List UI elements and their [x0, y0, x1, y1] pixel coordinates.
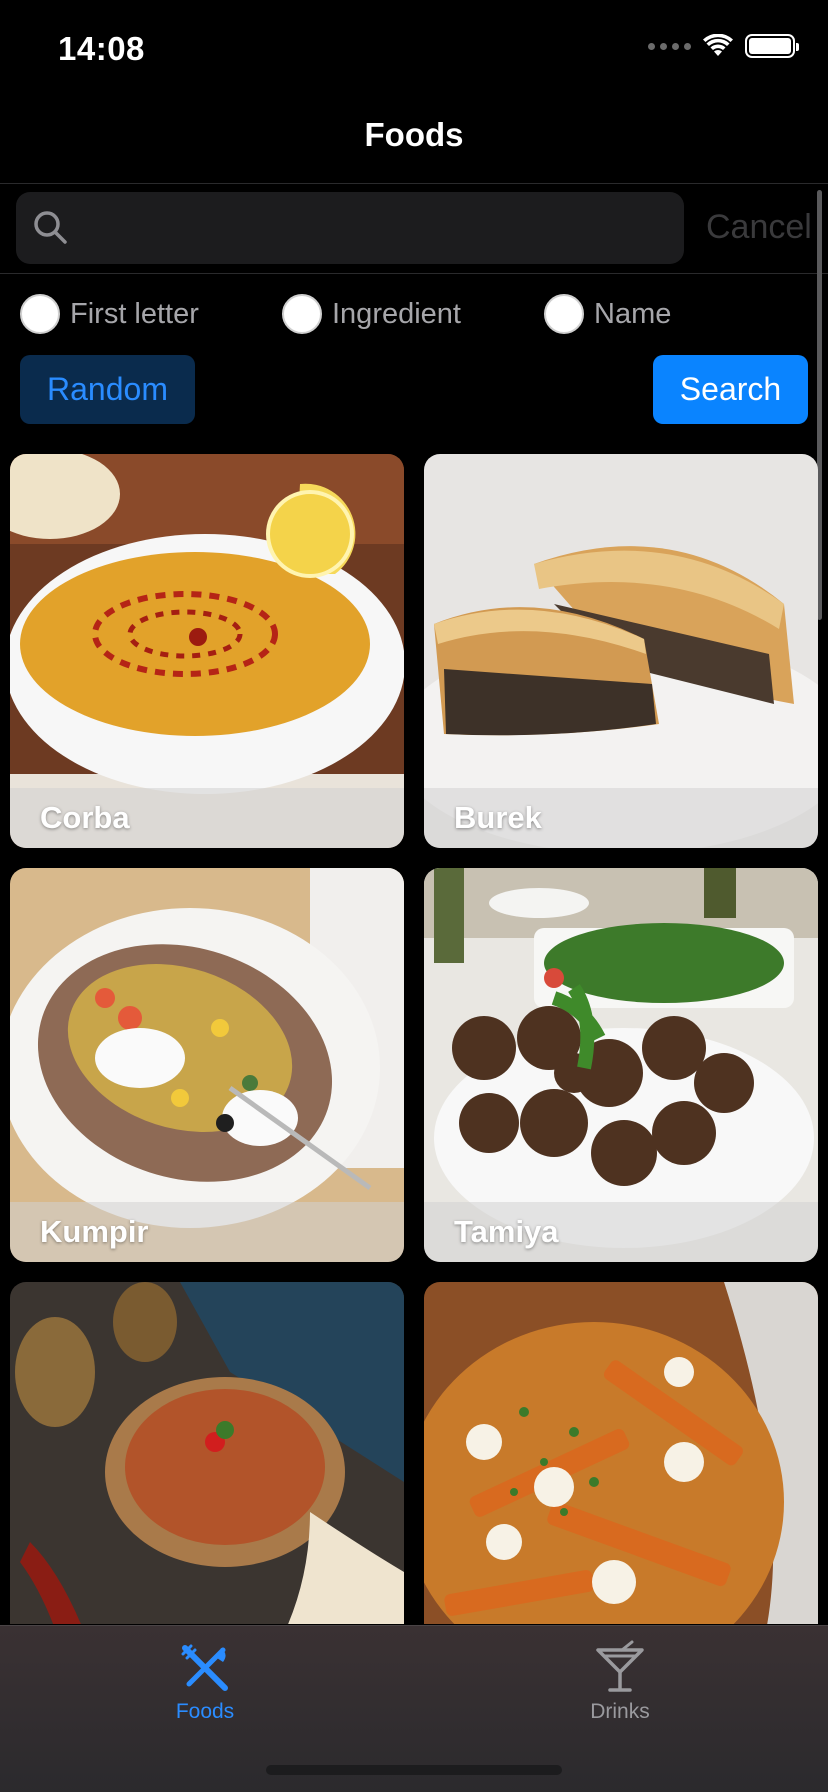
radio-button[interactable]	[20, 294, 60, 334]
food-card[interactable]	[10, 1282, 404, 1624]
status-icons	[648, 34, 799, 58]
tab-label: Drinks	[590, 1700, 650, 1723]
page-title: Foods	[364, 116, 464, 153]
cellular-signal-icon	[648, 42, 691, 50]
cancel-button[interactable]: Cancel	[706, 208, 812, 247]
food-name: Tamiya	[454, 1214, 559, 1249]
radio-name[interactable]: Name	[544, 294, 671, 334]
food-grid: Corba Burek Kumpir Tamiya	[10, 454, 818, 1624]
search-divider	[0, 273, 828, 274]
food-card-kumpir[interactable]: Kumpir	[10, 868, 404, 1262]
battery-icon	[745, 34, 799, 58]
radio-label: First letter	[70, 297, 199, 330]
food-card-tamiya[interactable]: Tamiya	[424, 868, 818, 1262]
food-photo	[424, 1282, 818, 1624]
fork-knife-icon	[181, 1644, 228, 1691]
tab-drinks[interactable]: Drinks	[520, 1640, 720, 1724]
food-card-burek[interactable]: Burek	[424, 454, 818, 848]
tab-label: Foods	[175, 1700, 235, 1723]
search-icon	[34, 211, 67, 244]
food-name: Corba	[40, 800, 130, 835]
radio-label: Ingredient	[332, 297, 461, 330]
tab-foods[interactable]: Foods	[105, 1640, 305, 1724]
radio-button[interactable]	[544, 294, 584, 334]
radio-first-letter[interactable]: First letter	[20, 294, 199, 334]
search-bar: Cancel	[16, 192, 812, 264]
home-indicator	[266, 1765, 562, 1775]
food-name: Burek	[454, 800, 542, 835]
status-time: 14:08	[58, 30, 145, 67]
search-input[interactable]	[76, 192, 666, 264]
status-bar: 14:08	[0, 0, 828, 96]
food-photo	[10, 1282, 404, 1624]
filter-options: First letter Ingredient Name	[20, 294, 810, 338]
nav-divider	[0, 183, 828, 184]
search-field[interactable]	[16, 192, 684, 264]
radio-ingredient[interactable]: Ingredient	[282, 294, 461, 334]
search-button[interactable]: Search	[653, 355, 808, 424]
food-card-corba[interactable]: Corba	[10, 454, 404, 848]
food-card[interactable]	[424, 1282, 818, 1624]
cocktail-glass-icon	[596, 1640, 644, 1692]
radio-button[interactable]	[282, 294, 322, 334]
random-button[interactable]: Random	[20, 355, 195, 424]
food-name: Kumpir	[40, 1214, 149, 1249]
wifi-icon	[703, 34, 733, 56]
radio-label: Name	[594, 297, 672, 330]
